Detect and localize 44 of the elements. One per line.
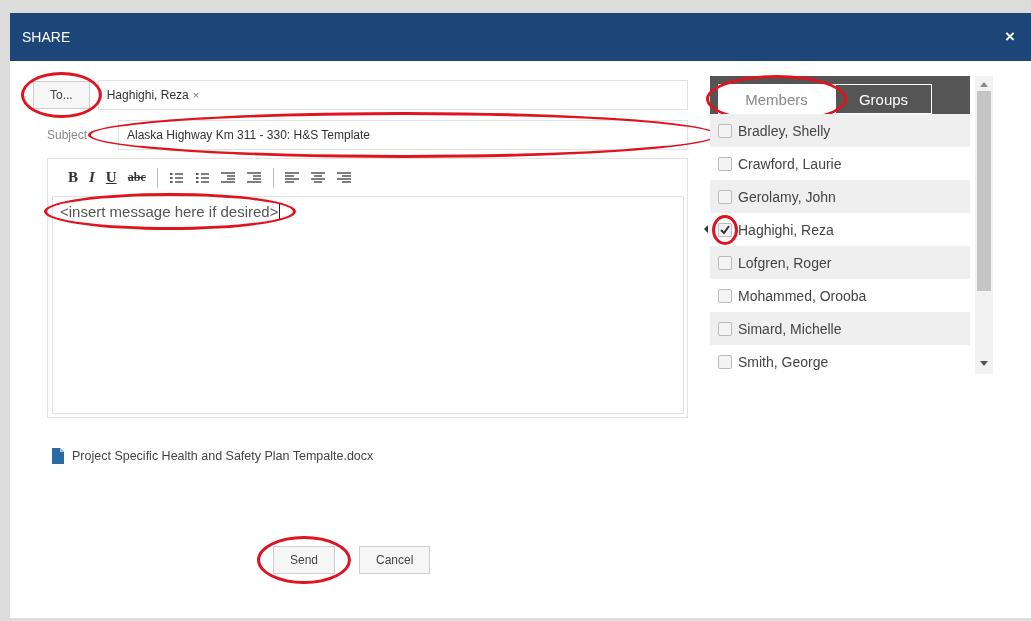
- strike-button[interactable]: abc: [127, 170, 146, 185]
- document-icon: [52, 448, 64, 464]
- recipient-field[interactable]: Haghighi, Reza ×: [97, 80, 688, 110]
- checkbox[interactable]: [718, 123, 732, 138]
- checkbox[interactable]: [718, 189, 732, 204]
- close-button[interactable]: ×: [1005, 27, 1015, 47]
- italic-button[interactable]: I: [89, 169, 95, 186]
- member-name[interactable]: Smith, George: [738, 353, 829, 370]
- pointer-icon: [704, 225, 708, 233]
- member-name[interactable]: Mohammed, Orooba: [738, 287, 867, 304]
- scrollbar[interactable]: [975, 76, 993, 374]
- to-button[interactable]: To...: [33, 81, 90, 109]
- subject-field[interactable]: Alaska Highway Km 311 - 330: H&S Template: [118, 120, 688, 150]
- scroll-down-icon[interactable]: [980, 361, 988, 366]
- member-name[interactable]: Haghighi, Reza: [738, 221, 834, 238]
- member-name[interactable]: Gerolamy, John: [738, 188, 836, 205]
- underline-button[interactable]: U: [105, 169, 117, 186]
- tab[interactable]: Groups: [835, 84, 932, 114]
- align-left-icon[interactable]: [284, 170, 300, 185]
- text-cursor: [279, 204, 281, 220]
- checkbox[interactable]: [718, 354, 732, 369]
- checkbox[interactable]: [718, 288, 732, 303]
- subject-label: Subject: [47, 128, 89, 142]
- align-center-icon[interactable]: [310, 170, 326, 185]
- tab[interactable]: Members: [718, 84, 835, 114]
- recipient-name: Haghighi, Reza: [106, 88, 189, 102]
- dialog-title: SHARE: [22, 29, 71, 45]
- member-name[interactable]: Bradley, Shelly: [738, 122, 831, 139]
- scroll-up-icon[interactable]: [980, 82, 988, 87]
- bullet-list-icon[interactable]: [194, 170, 210, 185]
- bold-button[interactable]: B: [68, 169, 78, 186]
- remove-recipient-button[interactable]: ×: [192, 89, 200, 101]
- attachment-link[interactable]: Project Specific Health and Safety Plan Tempalte.docx: [72, 449, 374, 463]
- checkbox[interactable]: [718, 222, 732, 237]
- member-name[interactable]: Lofgren, Roger: [738, 254, 832, 271]
- message-text: <insert message here if desired>: [59, 203, 282, 220]
- checkbox[interactable]: [718, 255, 732, 270]
- member-name[interactable]: Crawford, Laurie: [738, 155, 842, 172]
- send-button[interactable]: Send: [273, 546, 336, 574]
- scrollbar-thumb[interactable]: [977, 91, 991, 291]
- checkbox[interactable]: [718, 321, 732, 336]
- cancel-button[interactable]: Cancel: [359, 546, 431, 574]
- align-right-icon[interactable]: [336, 170, 352, 185]
- checkbox[interactable]: [718, 156, 732, 171]
